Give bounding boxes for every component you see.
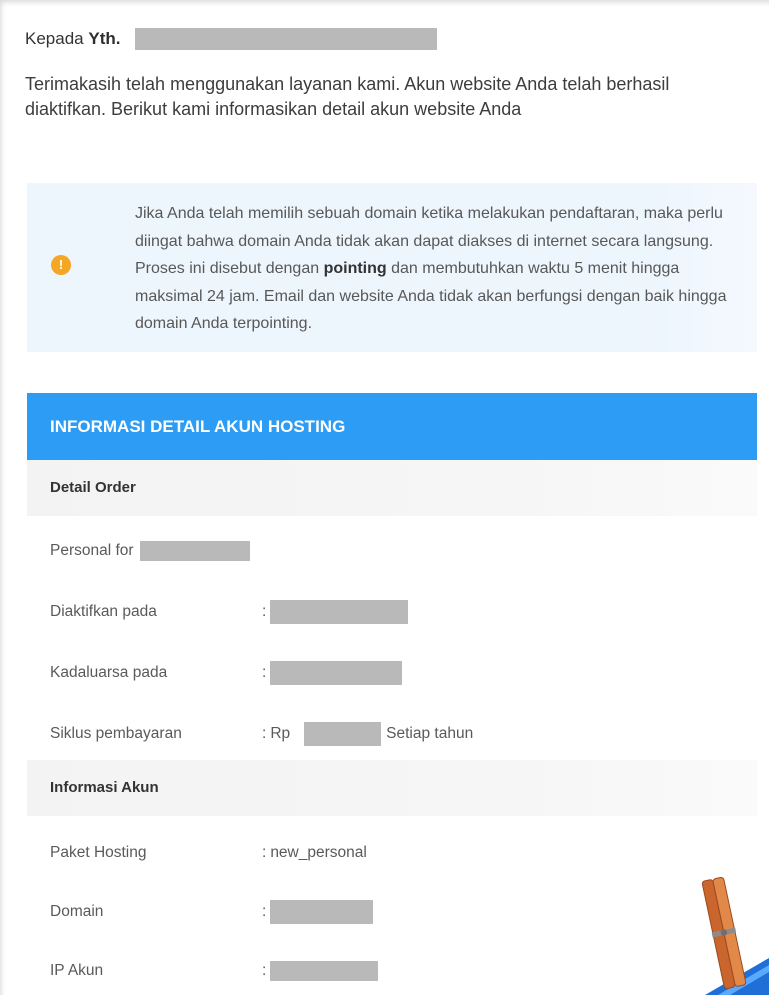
billing-period: Setiap tahun [386, 724, 474, 742]
redacted-expiry-date [270, 660, 403, 685]
notice-line: maksimal 24 jam. Email dan website Anda … [135, 287, 727, 305]
notice-line: Proses ini disebut dengan pointing dan m… [135, 255, 726, 283]
row-billing-cycle: Siklus pembayaran : Rp Setiap tahun [27, 699, 757, 760]
details-header: INFORMASI DETAIL AKUN HOSTING [27, 393, 757, 460]
warning-icon: ! [51, 255, 71, 275]
row-label: Siklus pembayaran [50, 724, 182, 742]
clothespin-icon [701, 876, 747, 990]
row-label: IP Akun [50, 961, 104, 979]
redacted-ip-address [270, 960, 379, 981]
row-expires-on: Kadaluarsa pada : [27, 638, 757, 699]
greeting: Kepada Yth. [25, 28, 438, 50]
hosting-details-table: INFORMASI DETAIL AKUN HOSTING Detail Ord… [27, 393, 757, 993]
row-label: Diaktifkan pada [50, 602, 157, 620]
row-separator: : [262, 961, 267, 979]
notice-line-text: dan membutuhkan waktu 5 menit hingga [386, 260, 680, 277]
notice-line-text: Proses ini disebut dengan [135, 260, 324, 277]
intro-paragraph: Terimakasih telah menggunakan layanan ka… [25, 74, 670, 119]
row-separator: : [262, 663, 267, 681]
notice-line: domain Anda terpointing. [135, 315, 313, 332]
row-label: Paket Hosting [50, 843, 147, 861]
row-label: Kadaluarsa pada [50, 663, 168, 681]
row-label: Domain [50, 902, 104, 920]
notice-text: Jika Anda telah memilih sebuah domain ke… [135, 200, 726, 338]
greeting-honorific: Yth. [88, 29, 121, 48]
section-heading-account-info: Informasi Akun [27, 760, 757, 816]
greeting-salutation: Kepada [25, 29, 84, 48]
row-separator: : [262, 902, 267, 920]
redacted-price [304, 721, 382, 746]
redacted-activation-date [270, 599, 409, 624]
row-separator: : [262, 724, 267, 742]
hosting-package-value: new_personal [270, 843, 367, 861]
clothespin-decoration [701, 876, 769, 995]
notice-line: Jika Anda telah memilih sebuah domain ke… [135, 205, 723, 222]
email-body: Kepada Yth. Terimakasih telah menggunaka… [0, 0, 769, 995]
row-separator: : [262, 843, 267, 861]
currency-label: Rp [270, 724, 291, 742]
redacted-recipient-name [135, 28, 438, 50]
row-activated-on: Diaktifkan pada : [27, 577, 757, 638]
row-ip-address: IP Akun : [27, 934, 757, 993]
row-domain: Domain : [27, 875, 757, 934]
pointing-term: pointing [323, 260, 387, 277]
plan-label: Personal for [50, 541, 134, 559]
notice-line: diingat bahwa domain Anda tidak akan dap… [135, 232, 714, 250]
row-hosting-package: Paket Hosting : new_personal [27, 816, 757, 875]
redacted-plan-owner [139, 540, 250, 561]
pointing-notice: ! Jika Anda telah memilih sebuah domain … [27, 183, 757, 352]
redacted-domain [270, 899, 374, 924]
row-plan: Personal for [27, 516, 757, 577]
row-separator: : [262, 602, 267, 620]
section-heading-detail-order: Detail Order [27, 460, 757, 516]
